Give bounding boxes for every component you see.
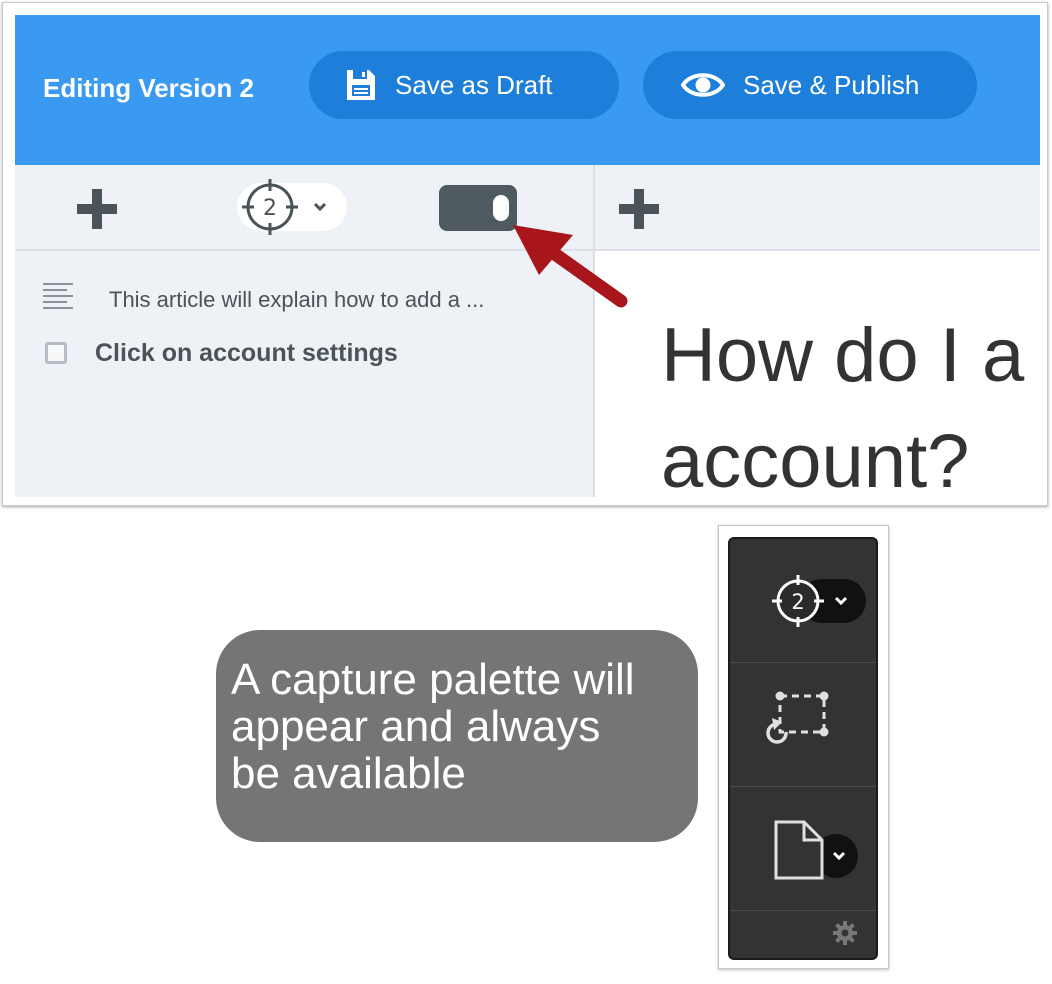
target-capture-icon: 2 — [242, 179, 298, 235]
gear-icon[interactable] — [832, 920, 858, 946]
save-publish-button[interactable]: Save & Publish — [643, 51, 977, 119]
palette-toggle[interactable] — [439, 185, 517, 231]
palette-footer — [730, 910, 876, 958]
page-title: Editing Version 2 — [43, 73, 254, 103]
save-draft-label: Save as Draft — [395, 69, 553, 100]
callout-bubble: A capture palette will appear and always… — [216, 630, 698, 842]
capture-palette-screenshot: 2 — [718, 525, 889, 969]
capture-palette: 2 — [728, 537, 878, 960]
article-heading-line1: How do I a — [661, 313, 1025, 398]
palette-target-section: 2 — [730, 539, 876, 663]
toggle-knob — [493, 195, 509, 221]
article-toolbar — [595, 165, 1040, 251]
text-lines-icon — [43, 283, 73, 309]
step-intro-text[interactable]: This article will explain how to add a .… — [109, 287, 484, 313]
palette-region-section — [730, 662, 876, 787]
step-title-text[interactable]: Click on account settings — [95, 339, 398, 368]
floppy-disk-icon — [345, 68, 377, 102]
callout-line3: be available — [231, 749, 466, 798]
target-capture-icon[interactable]: 2 — [766, 571, 830, 631]
checkbox-icon[interactable] — [45, 342, 67, 364]
article-heading-line2: account? — [661, 419, 970, 504]
chevron-down-icon — [834, 596, 848, 606]
editor-screenshot: Editing Version 2 Save as Draft Save & P… — [2, 2, 1048, 506]
callout-line1: A capture palette will — [231, 655, 635, 704]
add-step-plus-icon[interactable] — [77, 189, 117, 229]
target-capture-dropdown[interactable]: 2 — [237, 179, 347, 235]
page-capture-icon[interactable] — [772, 820, 828, 882]
chevron-down-icon — [313, 202, 327, 212]
eye-icon — [681, 70, 725, 100]
save-draft-button[interactable]: Save as Draft — [309, 51, 619, 119]
header-bar: Editing Version 2 Save as Draft Save & P… — [15, 15, 1040, 165]
region-capture-icon[interactable] — [766, 688, 840, 758]
red-arrow-icon — [513, 225, 628, 308]
palette-page-section — [730, 786, 876, 911]
callout-line2: appear and always — [231, 702, 601, 751]
chevron-down-icon — [832, 851, 846, 861]
save-publish-label: Save & Publish — [743, 69, 920, 100]
steps-panel: 2 This article will explain how to add a… — [15, 165, 595, 497]
target-count: 2 — [263, 196, 277, 221]
palette-target-count: 2 — [791, 590, 804, 614]
steps-toolbar: 2 — [15, 165, 593, 251]
article-heading: How do I a account? — [661, 303, 1041, 505]
